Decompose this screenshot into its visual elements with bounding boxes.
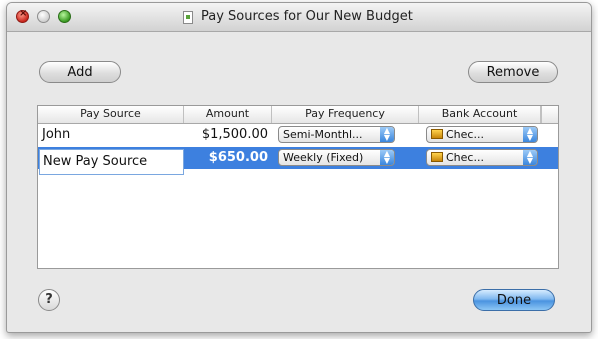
pay-frequency-value: Semi-Monthl... — [283, 128, 363, 141]
zoom-window-button[interactable] — [58, 10, 71, 23]
title-bar[interactable]: × Pay Sources for Our New Budget — [7, 3, 591, 32]
popup-arrows-icon: ▲ ▼ — [523, 150, 537, 165]
done-button[interactable]: Done — [473, 289, 555, 311]
window-title: Pay Sources for Our New Budget — [201, 9, 413, 24]
document-icon — [183, 11, 193, 24]
pay-frequency-value: Weekly (Fixed) — [283, 151, 364, 164]
bank-icon — [431, 152, 443, 162]
table-row-selected[interactable]: New Pay Source $650.00 Weekly (Fixed) ▲ ▼… — [38, 147, 558, 175]
pay-sources-window: × Pay Sources for Our New Budget Add Rem… — [6, 2, 592, 333]
bank-account-popup[interactable]: Chec... ▲ ▼ — [426, 126, 538, 143]
close-window-button[interactable]: × — [16, 8, 29, 23]
table-header: Pay Source Amount Pay Frequency Bank Acc… — [38, 106, 558, 124]
remove-button[interactable]: Remove — [468, 61, 558, 83]
bank-account-value: Chec... — [446, 128, 484, 141]
pay-sources-table: Pay Source Amount Pay Frequency Bank Acc… — [37, 105, 559, 269]
bank-account-popup[interactable]: Chec... ▲ ▼ — [426, 149, 538, 166]
pay-frequency-popup[interactable]: Weekly (Fixed) ▲ ▼ — [278, 149, 395, 166]
minimize-window-button[interactable] — [37, 10, 50, 23]
column-header-amount[interactable]: Amount — [184, 106, 272, 123]
pay-frequency-popup[interactable]: Semi-Monthl... ▲ ▼ — [278, 126, 395, 143]
header-corner — [541, 106, 558, 123]
bank-account-value: Chec... — [446, 151, 484, 164]
popup-arrows-icon: ▲ ▼ — [380, 127, 394, 142]
popup-arrows-icon: ▲ ▼ — [523, 127, 537, 142]
amount-cell[interactable]: $1,500.00 — [184, 124, 270, 146]
pay-source-edit-field[interactable]: New Pay Source — [39, 149, 184, 175]
add-button[interactable]: Add — [39, 61, 121, 83]
help-button[interactable]: ? — [38, 289, 60, 311]
column-header-pay-frequency[interactable]: Pay Frequency — [272, 106, 419, 123]
close-x-icon: × — [19, 8, 28, 19]
column-header-bank-account[interactable]: Bank Account — [419, 106, 541, 123]
amount-cell[interactable]: $650.00 — [184, 147, 270, 169]
bank-icon — [431, 129, 443, 139]
popup-arrows-icon: ▲ ▼ — [380, 150, 394, 165]
column-header-pay-source[interactable]: Pay Source — [38, 106, 184, 123]
table-row[interactable]: John $1,500.00 Semi-Monthl... ▲ ▼ Chec...… — [38, 124, 558, 146]
pay-source-cell[interactable]: John — [42, 124, 184, 146]
